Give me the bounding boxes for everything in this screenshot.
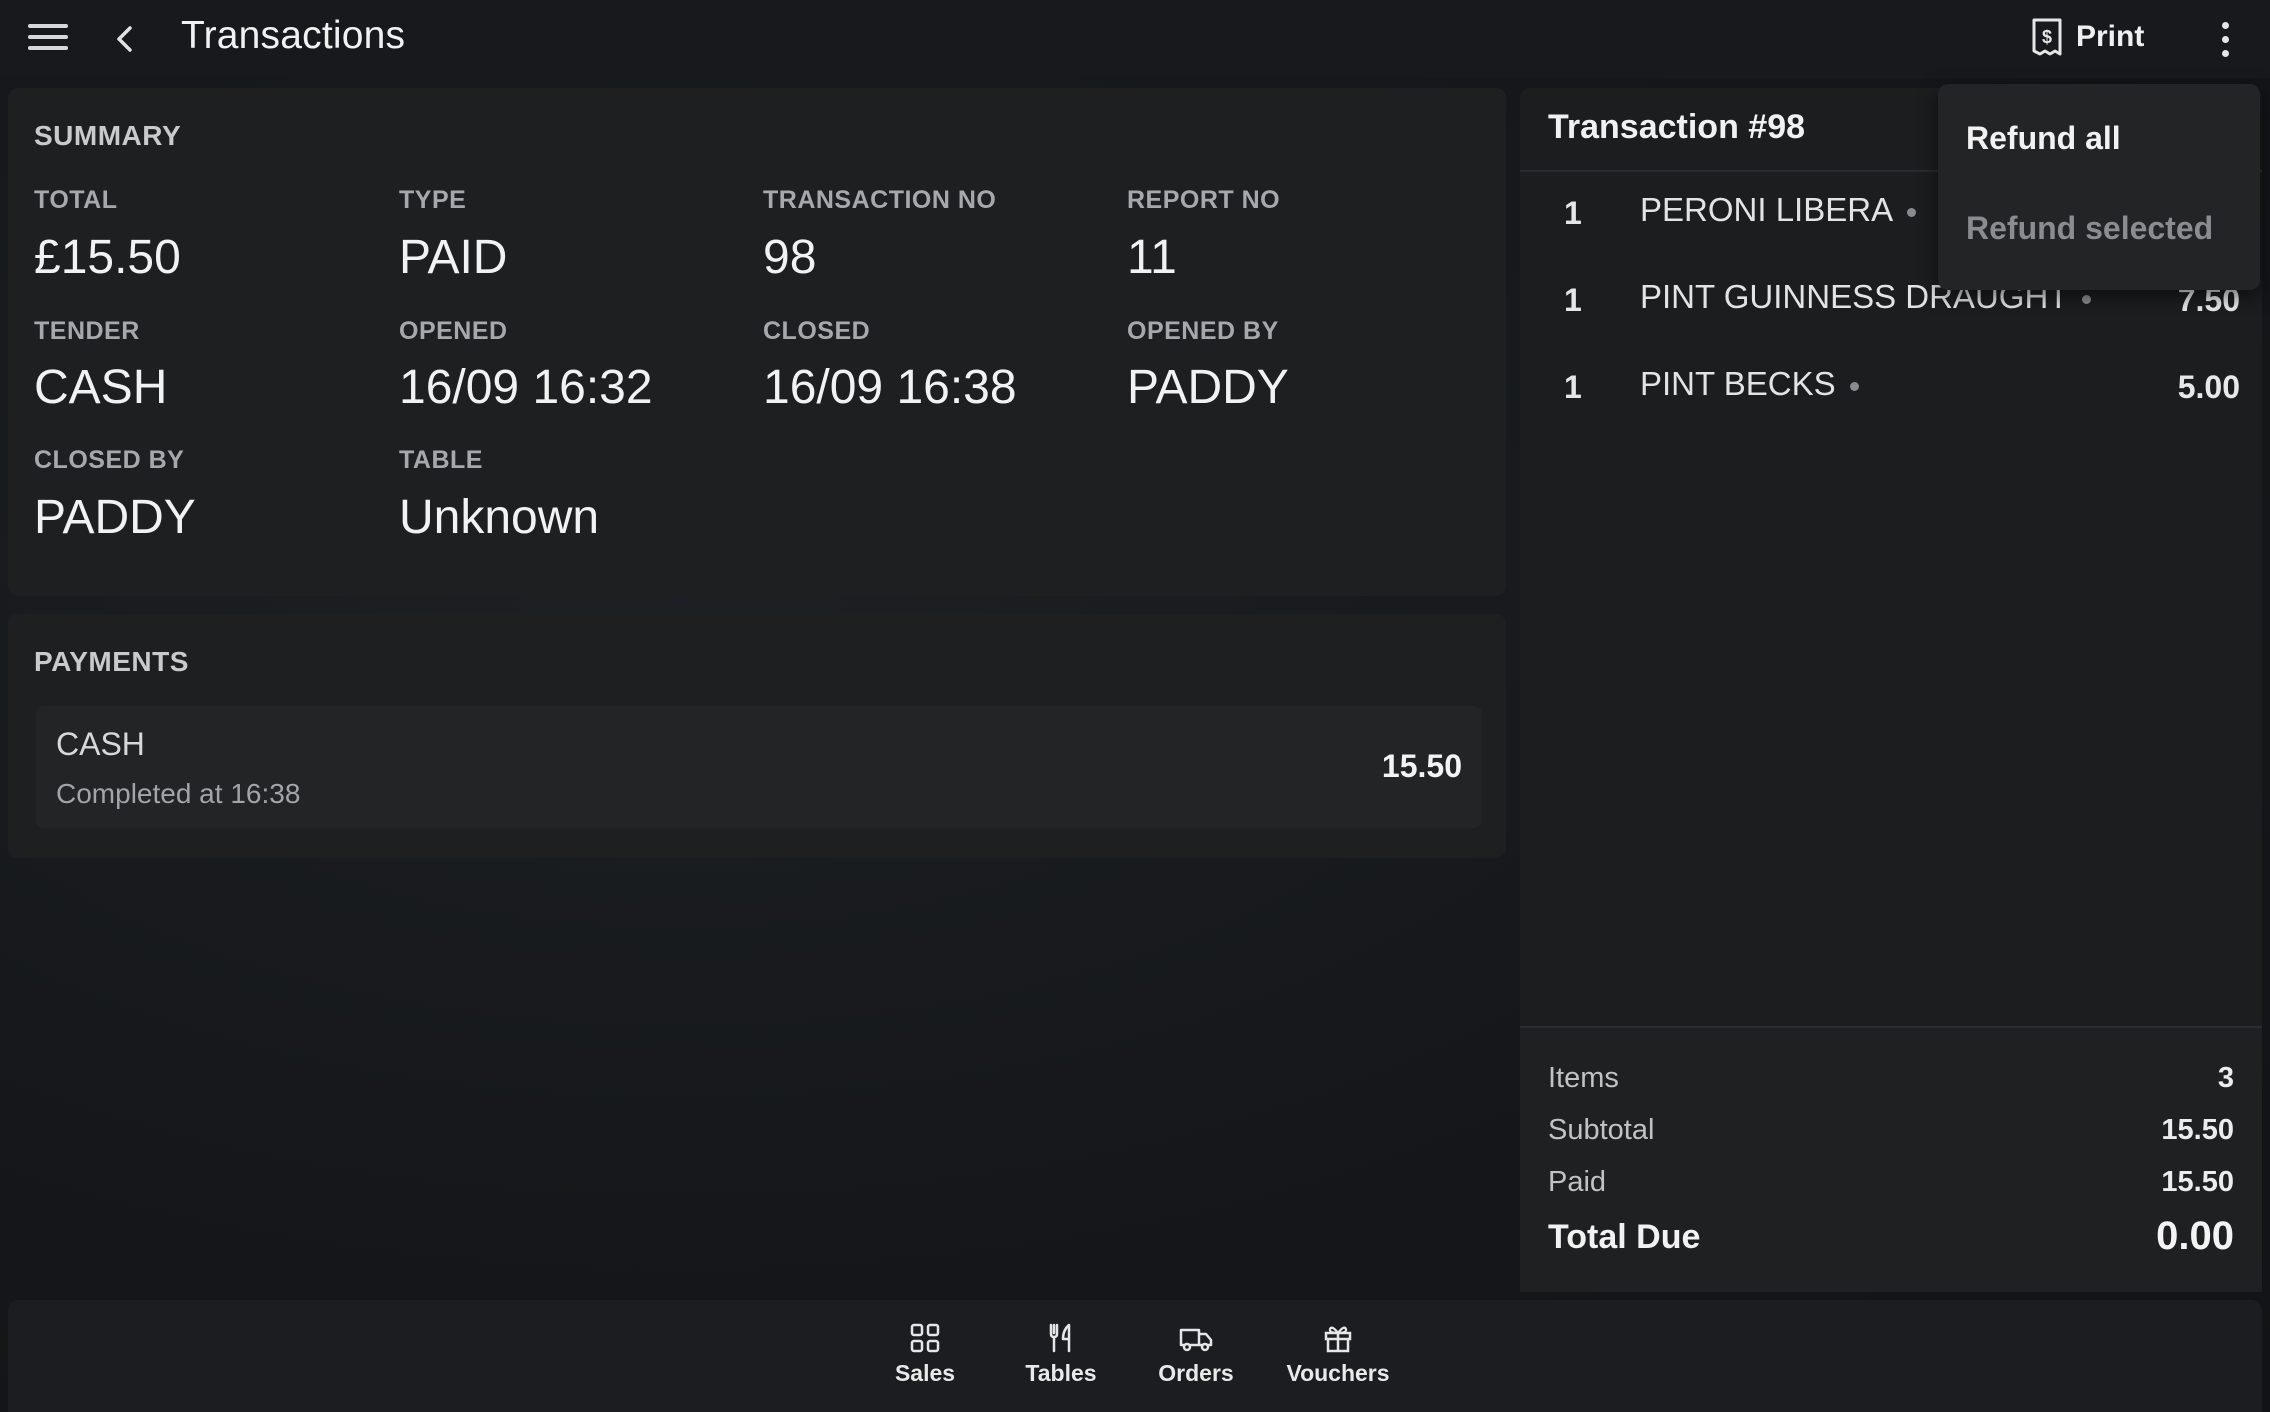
nav-label: Orders [1158,1360,1234,1386]
bottom-navigation: Sales Tables Orders Vouchers [8,1300,2262,1412]
nav-tables[interactable]: Tables [1001,1322,1121,1387]
line-qty: 1 [1564,369,1582,405]
payment-status: Completed at 16:38 [56,778,301,809]
more-options-icon[interactable] [2210,18,2240,60]
field-value: Unknown [399,491,600,544]
totals-label: Subtotal [1548,1114,1655,1146]
nav-orders[interactable]: Orders [1136,1322,1256,1387]
top-bar: Transactions $ Print [0,0,2270,78]
svg-text:$: $ [2042,27,2052,47]
delivery-truck-icon [1179,1328,1213,1352]
page-title: Transactions [181,14,406,57]
payments-title: PAYMENTS [34,646,189,677]
line-qty: 1 [1564,195,1582,231]
payment-amount: 15.50 [1381,748,1462,784]
field-label: TENDER [34,317,140,345]
status-dot-icon [2082,294,2092,304]
field-label: TYPE [399,186,467,214]
line-name: PINT BECKS [1640,365,1836,402]
payment-row[interactable]: CASH Completed at 16:38 15.50 [36,706,1482,828]
transaction-title: Transaction #98 [1548,108,1806,146]
line-item[interactable]: 1 PINT BECKS 5.00 [1520,353,2262,423]
field-label: OPENED [399,317,508,345]
summary-panel: SUMMARY TOTAL £15.50 TYPE PAID TRANSACTI… [8,88,1506,596]
field-label: TOTAL [34,186,118,214]
field-value: 16/09 16:38 [763,361,1017,414]
line-name: PERONI LIBERA [1640,191,1894,228]
totals-label: Paid [1548,1166,1607,1198]
totals-value: 3 [2217,1062,2234,1094]
totals-label: Total Due [1548,1218,1701,1256]
print-label: Print [2076,20,2145,53]
field-label: TABLE [399,446,483,474]
refund-selected-menu-item[interactable]: Refund selected [1966,210,2213,247]
back-arrow-icon[interactable] [108,18,144,60]
nav-label: Tables [1025,1360,1097,1386]
status-dot-icon [1907,207,1917,217]
gift-icon [1324,1326,1352,1353]
field-value: 16/09 16:32 [399,361,653,414]
field-value: CASH [34,361,168,414]
print-button[interactable]: $ Print [2030,14,2144,60]
receipt-icon: $ [2032,18,2062,56]
nav-label: Sales [894,1360,956,1386]
grid-icon [910,1323,940,1353]
summary-title: SUMMARY [34,120,182,151]
refund-all-menu-item[interactable]: Refund all [1966,120,2121,157]
totals-value: 15.50 [2161,1114,2234,1146]
totals-value: 15.50 [2161,1166,2234,1198]
totals-section: Items 3 Subtotal 15.50 Paid 15.50 Total … [1520,1026,2262,1292]
field-label: CLOSED BY [34,446,185,474]
field-value: PAID [399,231,508,284]
field-value: 11 [1127,231,1177,284]
nav-vouchers[interactable]: Vouchers [1278,1322,1398,1387]
cutlery-icon [1049,1323,1071,1353]
status-dot-icon [1849,381,1859,391]
field-label: TRANSACTION NO [763,186,997,214]
totals-value: 0.00 [2156,1214,2234,1258]
payment-tender: CASH [56,726,145,762]
totals-label: Items [1548,1062,1619,1094]
field-value: £15.50 [34,231,181,284]
field-label: REPORT NO [1127,186,1281,214]
line-price: 5.00 [2177,369,2240,405]
options-menu: Refund all Refund selected [1938,84,2260,290]
field-label: CLOSED [763,317,871,345]
nav-sales[interactable]: Sales [865,1322,985,1387]
payments-panel: PAYMENTS CASH Completed at 16:38 15.50 [8,614,1506,858]
nav-label: Vouchers [1286,1360,1390,1386]
field-value: PADDY [1127,361,1289,414]
line-qty: 1 [1564,282,1582,318]
field-value: PADDY [34,491,196,544]
field-value: 98 [763,231,817,284]
field-label: OPENED BY [1127,317,1279,345]
menu-icon[interactable] [28,24,68,54]
